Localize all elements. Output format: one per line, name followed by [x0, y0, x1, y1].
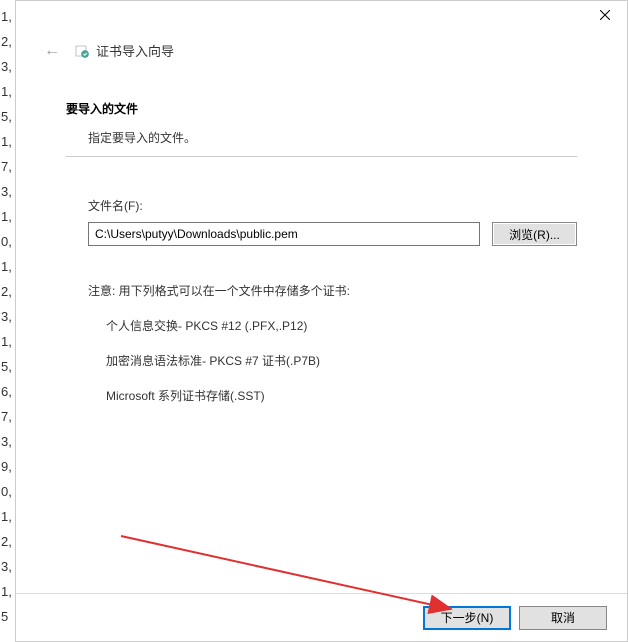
section-description: 指定要导入的文件。 — [88, 129, 577, 146]
next-button[interactable]: 下一步(N) — [423, 606, 511, 630]
certificate-wizard-icon — [74, 43, 90, 59]
wizard-header: ← 证书导入向导 — [16, 31, 627, 80]
file-row: 浏览(R)... — [88, 222, 577, 246]
back-arrow-icon[interactable]: ← — [44, 42, 60, 60]
close-button[interactable] — [582, 1, 627, 29]
note-text: 注意: 用下列格式可以在一个文件中存储多个证书: — [88, 282, 577, 299]
format-item: 个人信息交换- PKCS #12 (.PFX,.P12) — [106, 317, 577, 334]
format-item: Microsoft 系列证书存储(.SST) — [106, 387, 577, 404]
format-item: 加密消息语法标准- PKCS #7 证书(.P7B) — [106, 352, 577, 369]
titlebar — [16, 1, 627, 31]
section-title: 要导入的文件 — [66, 100, 577, 117]
file-label: 文件名(F): — [88, 197, 577, 214]
browse-button[interactable]: 浏览(R)... — [492, 222, 577, 246]
background-line-numbers: 1,2,3,1,5,1,7,3,1,0,1,2,3,1,5,6,7,3,9,0,… — [0, 0, 15, 642]
divider — [66, 156, 577, 157]
file-section: 文件名(F): 浏览(R)... — [88, 197, 577, 246]
file-path-input[interactable] — [88, 222, 480, 246]
wizard-title: 证书导入向导 — [96, 41, 174, 60]
wizard-window: ← 证书导入向导 要导入的文件 指定要导入的文件。 文件名(F): 浏览(R).… — [15, 0, 628, 642]
format-list: 个人信息交换- PKCS #12 (.PFX,.P12) 加密消息语法标准- P… — [106, 317, 577, 404]
wizard-footer: 下一步(N) 取消 — [16, 593, 627, 641]
wizard-content: 要导入的文件 指定要导入的文件。 文件名(F): 浏览(R)... 注意: 用下… — [16, 80, 627, 404]
close-icon — [600, 10, 610, 20]
cancel-button[interactable]: 取消 — [519, 606, 607, 630]
